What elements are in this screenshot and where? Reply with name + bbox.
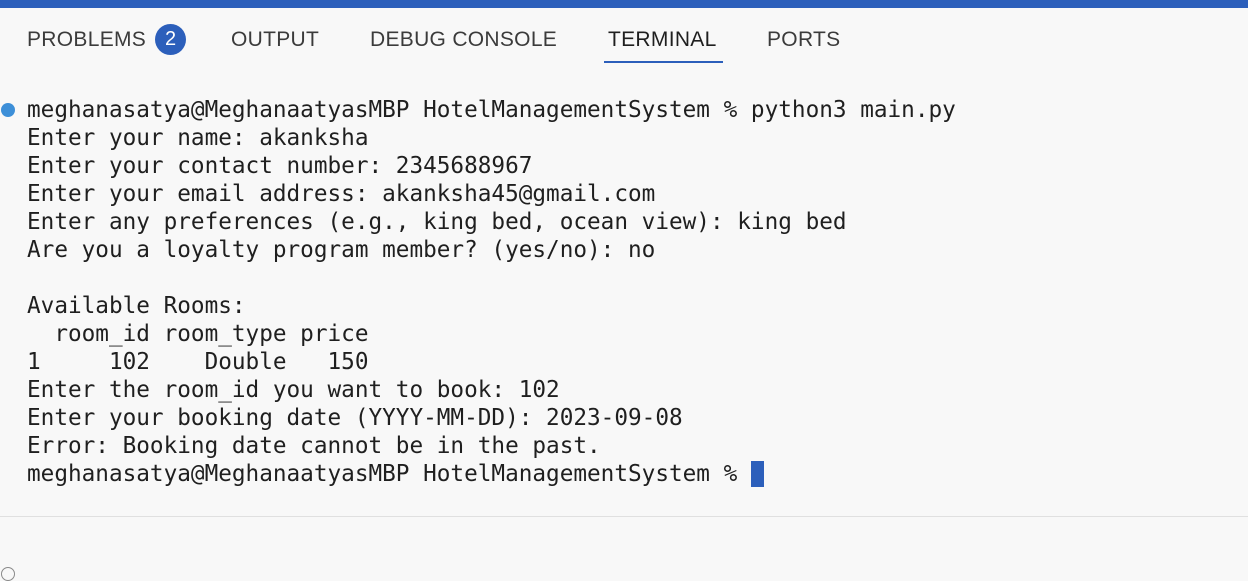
terminal-line: Are you a loyalty program member? (yes/n…: [27, 237, 656, 263]
tab-terminal[interactable]: TERMINAL: [608, 28, 717, 52]
terminal-line: meghanasatya@MeghanaatyasMBP HotelManage…: [27, 97, 956, 123]
tab-problems[interactable]: PROBLEMS: [27, 28, 146, 52]
tab-ports[interactable]: PORTS: [767, 28, 840, 52]
active-tab-indicator: [604, 61, 723, 63]
terminal-line: room_id room_type price: [27, 321, 369, 347]
terminal-line: Enter your booking date (YYYY-MM-DD): 20…: [27, 405, 683, 431]
terminal-line: Enter your email address: akanksha45@gma…: [27, 181, 656, 207]
terminal-line: Enter the room_id you want to book: 102: [27, 377, 560, 403]
terminal-line: Available Rooms:: [27, 293, 246, 319]
terminal-output[interactable]: meghanasatya@MeghanaatyasMBP HotelManage…: [0, 96, 1248, 581]
tab-output[interactable]: OUTPUT: [231, 28, 319, 52]
terminal-line: Error: Booking date cannot be in the pas…: [27, 433, 601, 459]
tab-debug-console[interactable]: DEBUG CONSOLE: [370, 28, 557, 52]
terminal-prompt-line[interactable]: meghanasatya@MeghanaatyasMBP HotelManage…: [27, 460, 764, 488]
terminal-prompt: meghanasatya@MeghanaatyasMBP HotelManage…: [27, 461, 751, 487]
terminal-line: Enter your contact number: 2345688967: [27, 153, 533, 179]
panel-tab-bar: PROBLEMS 2 OUTPUT DEBUG CONSOLE TERMINAL…: [0, 8, 1248, 64]
terminal-line: 1 102 Double 150: [27, 349, 369, 375]
window-top-accent-bar: [0, 0, 1248, 8]
terminal-line: Enter any preferences (e.g., king bed, o…: [27, 209, 847, 235]
terminal-cursor-icon: [750, 461, 764, 487]
terminal-line: Enter your name: akanksha: [27, 125, 369, 151]
panel-bottom-divider: [0, 516, 1248, 517]
problems-count-badge: 2: [155, 24, 186, 55]
command-pending-dot-icon[interactable]: [1, 567, 15, 581]
command-success-dot-icon[interactable]: [1, 103, 15, 117]
